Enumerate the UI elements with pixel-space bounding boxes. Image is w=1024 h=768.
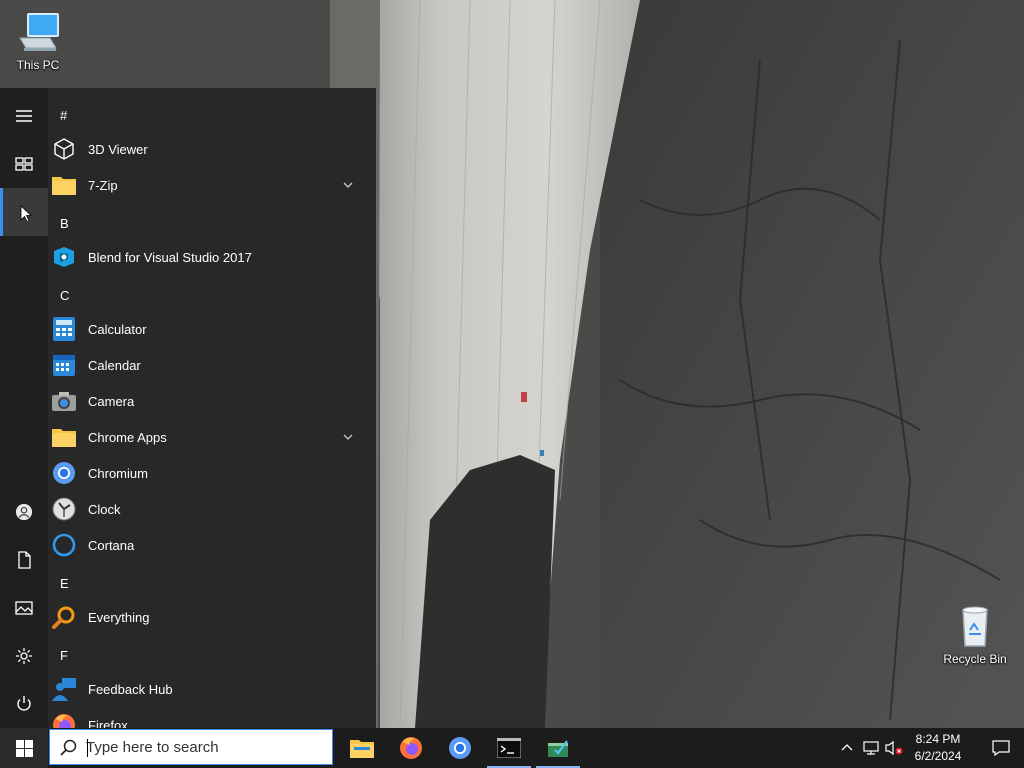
camera-icon	[52, 389, 76, 413]
tiles-icon	[15, 157, 33, 171]
app-feedback-hub[interactable]: Feedback Hub	[48, 671, 368, 707]
hamburger-icon	[16, 110, 32, 122]
app-label: Everything	[88, 609, 150, 625]
app-label: 7-Zip	[88, 177, 118, 193]
app-clock[interactable]: Clock	[48, 491, 368, 527]
calendar-icon	[52, 353, 76, 377]
clock-icon	[52, 497, 76, 521]
magnifier-icon	[52, 605, 76, 629]
app-chrome-apps[interactable]: Chrome Apps	[48, 419, 368, 455]
chromium-icon	[449, 737, 471, 759]
notification-icon	[992, 740, 1010, 756]
text-cursor	[87, 739, 88, 757]
clock-time: 8:24 PM	[915, 732, 961, 746]
app-firefox[interactable]: Firefox	[48, 707, 368, 728]
taskbar-chromium[interactable]	[436, 728, 484, 768]
taskbar-file-explorer[interactable]	[338, 728, 386, 768]
calculator-icon	[52, 317, 76, 341]
taskbar-clock[interactable]: 8:24 PM 6/2/2024	[900, 728, 976, 768]
expand-button[interactable]	[0, 92, 48, 140]
app-label: 3D Viewer	[88, 141, 148, 157]
network-icon	[863, 741, 879, 755]
gear-icon	[16, 648, 32, 664]
app-list[interactable]: # 3D Viewer 7-Zip B Blend for Visual Stu…	[48, 88, 376, 728]
chevron-down-icon[interactable]	[342, 431, 354, 443]
section-header[interactable]: #	[60, 108, 67, 123]
desktop-icon-label: Recycle Bin	[943, 652, 1007, 666]
app-camera[interactable]: Camera	[48, 383, 368, 419]
terminal-icon	[497, 738, 521, 758]
chevron-down-icon[interactable]	[342, 179, 354, 191]
start-menu: # 3D Viewer 7-Zip B Blend for Visual Stu…	[0, 88, 376, 728]
power-icon	[17, 696, 31, 711]
clock-date: 6/2/2024	[914, 749, 962, 763]
desktop-icon-recycle-bin[interactable]: Recycle Bin	[939, 602, 1011, 666]
section-header[interactable]: B	[60, 216, 69, 231]
app-cortana[interactable]: Cortana	[48, 527, 368, 563]
computer-icon	[14, 8, 62, 56]
taskbar: 8:24 PM 6/2/2024	[0, 728, 1024, 768]
task-app-icon	[548, 740, 568, 757]
taskbar-task-app[interactable]	[534, 728, 582, 768]
chromium-icon	[52, 461, 76, 485]
chevron-up-icon	[841, 744, 853, 751]
search-box[interactable]	[49, 729, 333, 765]
folder-icon	[350, 740, 374, 758]
all-apps-icon	[20, 205, 33, 221]
taskbar-terminal[interactable]	[485, 728, 533, 768]
firefox-icon	[52, 713, 76, 728]
user-icon	[15, 503, 33, 521]
app-label: Firefox	[88, 717, 128, 729]
taskbar-firefox[interactable]	[387, 728, 435, 768]
power-button[interactable]	[0, 680, 48, 728]
app-label: Feedback Hub	[88, 681, 173, 697]
tiles-button[interactable]	[0, 140, 48, 188]
search-icon	[60, 739, 77, 756]
cortana-icon	[52, 533, 76, 557]
app-blend[interactable]: Blend for Visual Studio 2017	[48, 239, 368, 275]
app-label: Blend for Visual Studio 2017	[88, 249, 252, 265]
folder-icon	[52, 425, 76, 449]
app-label: Calendar	[88, 357, 141, 373]
app-label: Chromium	[88, 465, 148, 481]
show-hidden-icons[interactable]	[836, 728, 858, 768]
desktop-icon-this-pc[interactable]: This PC	[2, 8, 74, 72]
app-everything[interactable]: Everything	[48, 599, 368, 635]
section-header[interactable]: F	[60, 648, 68, 663]
start-button[interactable]	[0, 728, 48, 768]
pictures-button[interactable]	[0, 584, 48, 632]
feedback-icon	[52, 677, 76, 701]
app-label: Cortana	[88, 537, 135, 553]
documents-button[interactable]	[0, 536, 48, 584]
app-label: Clock	[88, 501, 121, 517]
all-apps-button[interactable]	[0, 188, 48, 236]
app-label: Camera	[88, 393, 135, 409]
start-menu-rail	[0, 88, 48, 728]
pictures-icon	[15, 601, 33, 615]
document-icon	[18, 551, 31, 569]
blend-icon	[52, 245, 76, 269]
app-label: Calculator	[88, 321, 147, 337]
action-center-button[interactable]	[978, 728, 1024, 768]
settings-button[interactable]	[0, 632, 48, 680]
app-7-zip[interactable]: 7-Zip	[48, 167, 368, 203]
firefox-icon	[400, 737, 422, 759]
section-header[interactable]: E	[60, 576, 69, 591]
app-calculator[interactable]: Calculator	[48, 311, 368, 347]
app-3d-viewer[interactable]: 3D Viewer	[48, 131, 368, 167]
app-chromium[interactable]: Chromium	[48, 455, 368, 491]
app-calendar[interactable]: Calendar	[48, 347, 368, 383]
search-input[interactable]	[86, 734, 326, 760]
account-button[interactable]	[0, 488, 48, 536]
cube-icon	[52, 137, 76, 161]
folder-icon	[52, 173, 76, 197]
network-status[interactable]	[860, 728, 882, 768]
recycle-bin-icon	[951, 602, 999, 650]
app-label: Chrome Apps	[88, 429, 167, 445]
desktop-icon-label: This PC	[16, 58, 60, 72]
section-header[interactable]: C	[60, 288, 69, 303]
windows-logo-icon	[15, 739, 33, 757]
